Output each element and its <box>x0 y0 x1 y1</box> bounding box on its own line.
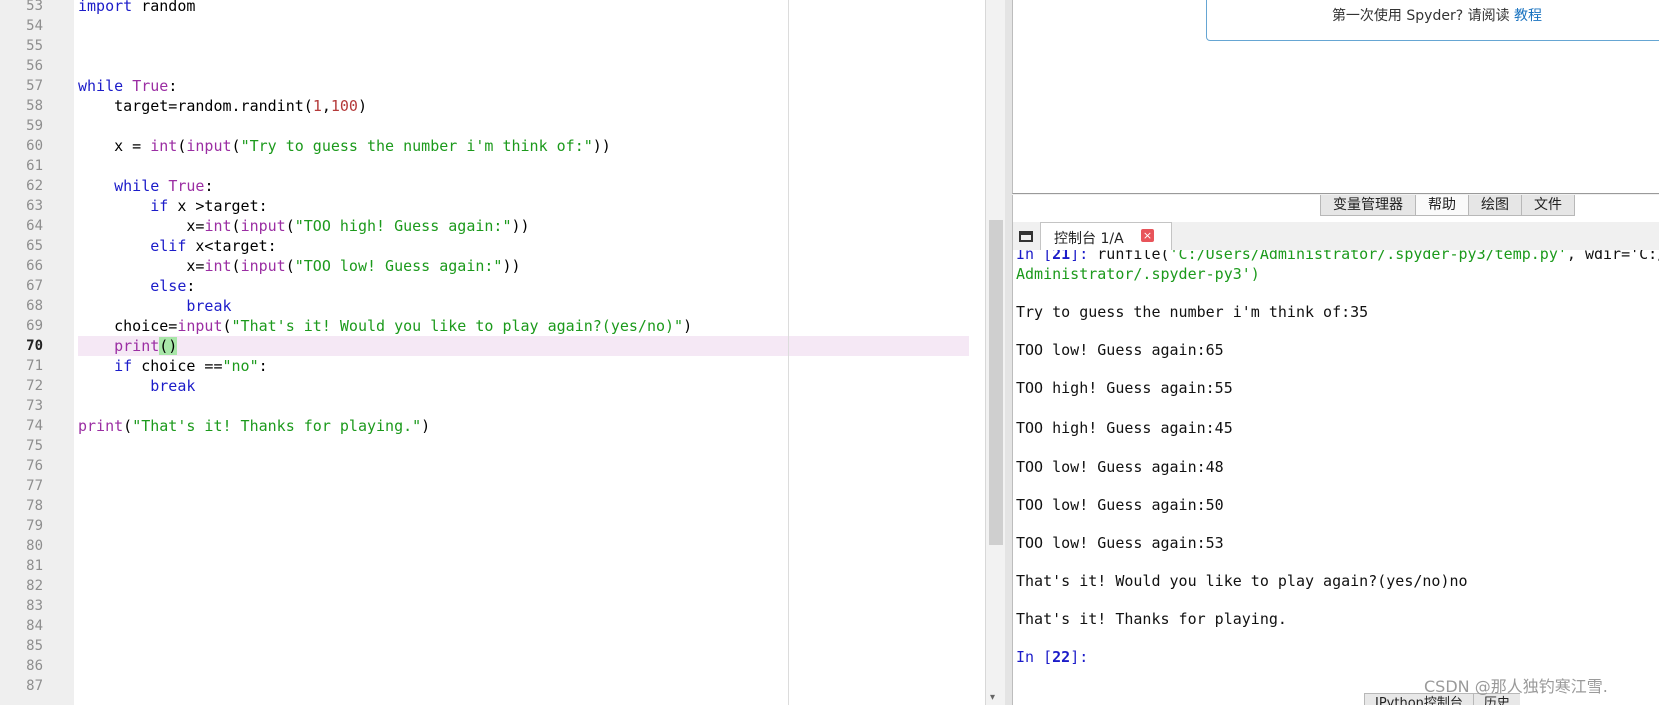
code-line-63[interactable]: if x >target: <box>78 196 267 216</box>
code-line-62[interactable]: while True: <box>78 176 213 196</box>
line-number: 55 <box>26 38 43 54</box>
console-tab-label: 控制台 1/A <box>1054 231 1124 247</box>
line-number: 64 <box>26 218 43 234</box>
line-number: 78 <box>26 498 43 514</box>
code-line-66[interactable]: x=int(input("TOO low! Guess again:")) <box>78 256 520 276</box>
line-number: 62 <box>26 178 43 194</box>
line-number: 73 <box>26 398 43 414</box>
line-number: 84 <box>26 618 43 634</box>
line-number: 72 <box>26 378 43 394</box>
console-output-line: TOO high! Guess again:45 <box>1016 419 1233 437</box>
help-banner-text: 第一次使用 Spyder? 请阅读 <box>1331 8 1515 24</box>
edge-line <box>788 0 789 705</box>
tab-variable-explorer[interactable]: 变量管理器 <box>1320 195 1416 216</box>
console-prompt[interactable]: In [22]: <box>1016 647 1088 667</box>
code-line-65[interactable]: elif x<target: <box>78 236 276 256</box>
line-number: 82 <box>26 578 43 594</box>
code-editor[interactable]: 53 54 55 56 57 58 59 60 61 62 63 64 65 6… <box>0 0 985 705</box>
ipython-console[interactable]: In [21]: runfile('C:/Users/Administrator… <box>1012 250 1659 695</box>
line-number: 53 <box>26 0 43 14</box>
console-output-line: TOO low! Guess again:50 <box>1016 496 1224 514</box>
line-number: 58 <box>26 98 43 114</box>
line-number: 68 <box>26 298 43 314</box>
line-number: 60 <box>26 138 43 154</box>
code-line-64[interactable]: x=int(input("TOO high! Guess again:")) <box>78 216 529 236</box>
line-number: 63 <box>26 198 43 214</box>
code-line-60[interactable]: x = int(input("Try to guess the number i… <box>78 136 611 156</box>
tab-help[interactable]: 帮助 <box>1415 195 1469 216</box>
code-line-71[interactable]: if choice =="no": <box>78 356 268 376</box>
console-output-line: That's it! Thanks for playing. <box>1016 610 1287 628</box>
line-number: 67 <box>26 278 43 294</box>
code-line-67[interactable]: else: <box>78 276 195 296</box>
tab-files[interactable]: 文件 <box>1521 195 1575 216</box>
matched-parens: () <box>159 337 178 355</box>
line-number: 86 <box>26 658 43 674</box>
line-number: 65 <box>26 238 43 254</box>
line-number: 54 <box>26 18 43 34</box>
tab-plots[interactable]: 绘图 <box>1468 195 1522 216</box>
console-input-line: Administrator/.spyder-py3') <box>1016 265 1260 283</box>
editor-scrollbar[interactable]: ▾ <box>985 0 1006 705</box>
line-number: 59 <box>26 118 43 134</box>
line-number: 56 <box>26 58 43 74</box>
line-number: 77 <box>26 478 43 494</box>
code-line-72[interactable]: break <box>78 376 195 396</box>
line-number: 57 <box>26 78 43 94</box>
close-icon[interactable]: × <box>1141 229 1154 242</box>
console-output-line: Try to guess the number i'm think of:35 <box>1016 303 1369 321</box>
help-tutorial-banner: 第一次使用 Spyder? 请阅读 教程 <box>1206 0 1659 41</box>
editor-scrollbar-thumb[interactable] <box>989 220 1003 545</box>
help-pane: 第一次使用 Spyder? 请阅读 教程 <box>1012 0 1659 195</box>
line-number: 87 <box>26 678 43 694</box>
code-line-58[interactable]: target=random.randint(1,100) <box>78 96 367 116</box>
help-content: 第一次使用 Spyder? 请阅读 教程 <box>1012 0 1659 194</box>
line-number: 81 <box>26 558 43 574</box>
code-line-68[interactable]: break <box>78 296 231 316</box>
line-number: 79 <box>26 518 43 534</box>
line-number: 76 <box>26 458 43 474</box>
pane-tab-bar: 变量管理器 帮助 绘图 文件 <box>1320 195 1575 216</box>
line-number: 85 <box>26 638 43 654</box>
code-line-57[interactable]: while True: <box>78 76 177 96</box>
current-line-highlight <box>78 336 969 356</box>
line-number-gutter: 53 54 55 56 57 58 59 60 61 62 63 64 65 6… <box>0 0 74 705</box>
line-number: 83 <box>26 598 43 614</box>
console-output-line: TOO low! Guess again:48 <box>1016 458 1224 476</box>
console-output-line: TOO high! Guess again:55 <box>1016 379 1233 397</box>
line-number: 69 <box>26 318 43 334</box>
tutorial-link[interactable]: 教程 <box>1514 8 1542 24</box>
code-line-53[interactable]: import random <box>78 0 195 16</box>
code-line-70-current[interactable]: print() <box>78 336 178 356</box>
tab-console[interactable]: 控制台 1/A × <box>1040 222 1172 250</box>
scroll-down-arrow-icon[interactable]: ▾ <box>990 692 995 703</box>
undock-window-icon[interactable] <box>1019 231 1033 242</box>
line-number: 61 <box>26 158 43 174</box>
console-output-line: TOO low! Guess again:65 <box>1016 341 1224 359</box>
watermark: CSDN @那人独钓寒江雪. <box>1424 677 1608 696</box>
line-number: 66 <box>26 258 43 274</box>
line-number: 71 <box>26 358 43 374</box>
console-output-line: TOO low! Guess again:53 <box>1016 534 1224 552</box>
console-output-line: That's it! Would you like to play again?… <box>1016 572 1468 590</box>
console-input-line: In [21]: runfile('C:/Users/Administrator… <box>1016 250 1659 263</box>
code-line-69[interactable]: choice=input("That's it! Would you like … <box>78 316 692 336</box>
line-number-current: 70 <box>26 338 43 354</box>
console-header: 控制台 1/A × <box>1012 222 1659 250</box>
code-line-74[interactable]: print("That's it! Thanks for playing.") <box>78 416 430 436</box>
line-number: 80 <box>26 538 43 554</box>
line-number: 74 <box>26 418 43 434</box>
line-number: 75 <box>26 438 43 454</box>
